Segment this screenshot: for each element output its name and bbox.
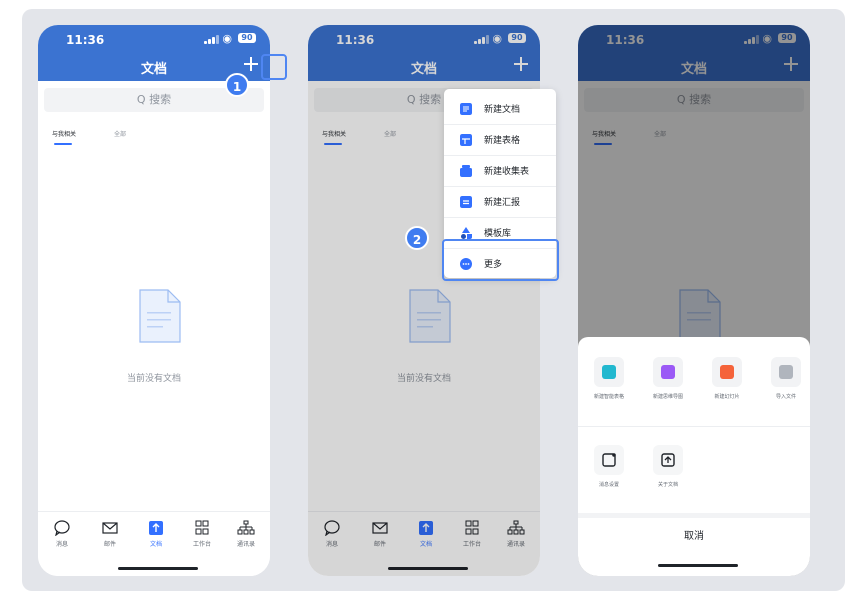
report-icon [460, 196, 472, 208]
nav-docs[interactable]: 文档 [136, 520, 176, 548]
org-chart-icon [237, 520, 255, 535]
status-time: 11:36 [66, 33, 105, 47]
sheet-icon [460, 134, 472, 146]
sheet-item-label: 导入文件 [775, 394, 796, 400]
menu-item-new-sheet[interactable]: 新建表格 [444, 124, 556, 156]
sheet-divider [578, 426, 810, 427]
sheet-item-label: 新建智能表格 [593, 394, 624, 400]
menu-item-label: 新建汇报 [484, 198, 521, 208]
phone-screen-3: 11:36 ◉ 90 文档 Q 搜索 与我相关 全部 新建智能表格 新建思维导图… [578, 25, 810, 576]
nav-label: 工作台 [192, 541, 211, 548]
sheet-item-smart-sheet[interactable]: 新建智能表格 [583, 357, 635, 400]
settings-square-icon [602, 453, 616, 467]
grid-icon [195, 520, 209, 535]
sheet-item-about-doc[interactable]: 关于文档 [642, 445, 694, 488]
home-indicator [118, 567, 198, 570]
cancel-button[interactable]: 取消 [578, 527, 810, 542]
form-icon [460, 165, 472, 177]
nav-workbench[interactable]: 工作台 [182, 520, 222, 548]
sheet-item-import[interactable]: 导入文件 [760, 357, 810, 400]
home-indicator [658, 564, 738, 567]
about-doc-icon [661, 453, 675, 467]
sheet-item-label: 消息设置 [598, 482, 619, 488]
highlight-more-item [442, 239, 559, 281]
mail-icon [102, 522, 118, 534]
sheet-item-label: 新建思维导图 [652, 394, 683, 400]
sheet-item-slides[interactable]: 新建幻灯片 [701, 357, 753, 400]
nav-contacts[interactable]: 通讯录 [226, 520, 266, 548]
nav-label: 消息 [55, 541, 68, 548]
template-icon [461, 227, 472, 239]
nav-label: 通讯录 [236, 541, 255, 548]
menu-item-label: 新建表格 [484, 136, 521, 146]
doc-icon [460, 103, 472, 115]
tab-all[interactable]: 全部 [114, 129, 126, 138]
smart-sheet-icon [602, 365, 616, 379]
nav-mail[interactable]: 邮件 [90, 520, 130, 548]
empty-state-text: 当前没有文档 [126, 374, 181, 384]
sheet-item-label: 关于文档 [657, 482, 678, 488]
step-badge-2: 2 [405, 226, 429, 250]
docs-icon [149, 521, 163, 535]
tab-related[interactable]: 与我相关 [52, 129, 76, 138]
sheet-item-message-settings[interactable]: 消息设置 [583, 445, 635, 488]
chat-bubble-icon [54, 520, 70, 536]
empty-document-icon [139, 289, 181, 343]
signal-icon [204, 35, 219, 44]
menu-item-new-doc[interactable]: 新建文档 [444, 93, 556, 125]
import-icon [779, 365, 793, 379]
phone-screen-1: 11:36 ◉ 90 文档 Q 搜索 与我相关 全部 当前没有文档 消息 邮件 … [38, 25, 270, 576]
tab-underline [54, 143, 72, 145]
nav-label: 邮件 [103, 541, 116, 548]
menu-item-new-report[interactable]: 新建汇报 [444, 186, 556, 218]
add-icon[interactable] [242, 55, 260, 73]
wifi-icon: ◉ [222, 32, 232, 45]
slides-icon [720, 365, 734, 379]
highlight-add-button [261, 54, 287, 80]
battery-indicator: 90 [238, 33, 256, 43]
more-options-sheet: 新建智能表格 新建思维导图 新建幻灯片 导入文件 消息设置 关于文档 取消 [578, 337, 810, 576]
menu-item-label: 新建文档 [484, 105, 521, 115]
nav-messages[interactable]: 消息 [42, 520, 82, 548]
step-badge-1: 1 [225, 73, 249, 97]
mindmap-icon [661, 365, 675, 379]
sheet-item-label: 新建幻灯片 [714, 394, 740, 400]
menu-item-label: 新建收集表 [484, 167, 530, 177]
menu-item-label: 模板库 [484, 229, 512, 239]
sheet-item-mindmap[interactable]: 新建思维导图 [642, 357, 694, 400]
sheet-divider [578, 513, 810, 518]
menu-item-new-form[interactable]: 新建收集表 [444, 155, 556, 187]
nav-label: 文档 [149, 541, 162, 548]
